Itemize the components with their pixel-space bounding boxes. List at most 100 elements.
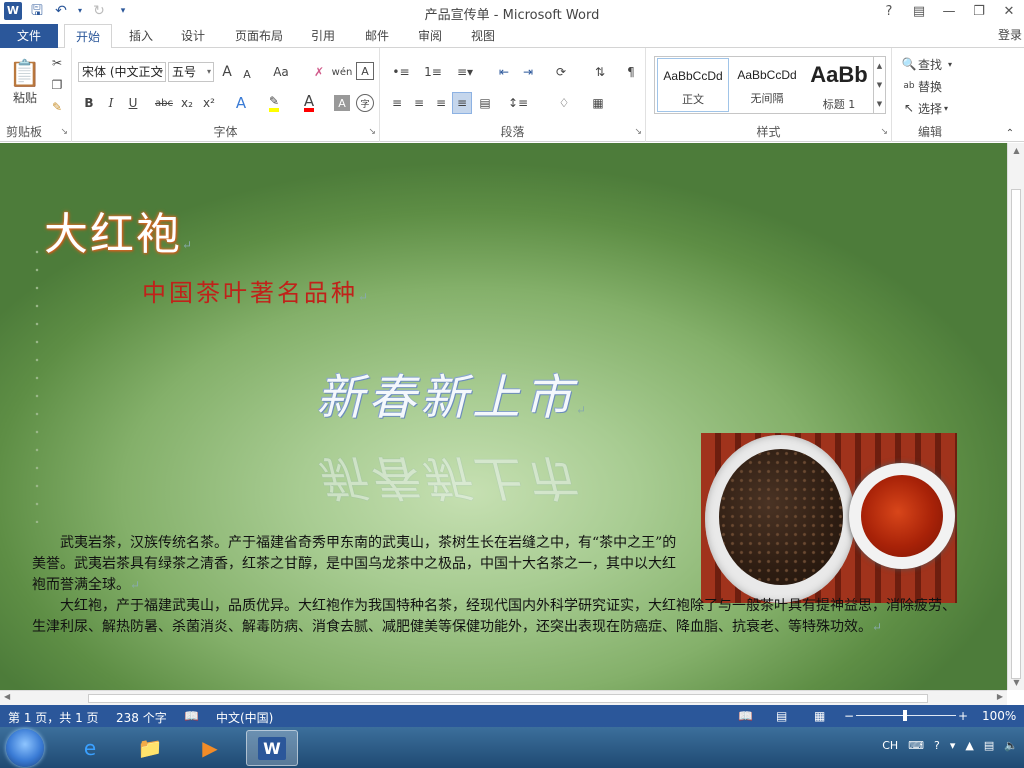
decrease-indent-icon[interactable]: ⇤ — [494, 62, 514, 82]
file-explorer-icon[interactable]: 📁 — [124, 730, 176, 766]
show-formatting-marks-icon[interactable]: ¶ — [622, 62, 640, 82]
gallery-more-icon[interactable]: ▼ — [877, 100, 882, 108]
increase-indent-icon[interactable]: ⇥ — [518, 62, 538, 82]
status-language[interactable]: 中文(中国) — [216, 709, 273, 726]
scroll-up-icon[interactable]: ▲ — [1008, 146, 1024, 155]
paragraph-launcher-icon[interactable]: ↘ — [634, 127, 642, 137]
distributed-icon[interactable]: ▤ — [476, 92, 494, 114]
close-icon[interactable]: ✕ — [994, 0, 1024, 24]
proofing-icon[interactable]: 📖 — [184, 709, 199, 723]
keyboard-icon[interactable]: ⌨ — [908, 739, 924, 752]
font-launcher-icon[interactable]: ↘ — [368, 127, 376, 137]
replace-button[interactable]: ab 替换 — [900, 76, 966, 96]
align-center-icon[interactable]: ≡ — [410, 92, 428, 114]
ime-menu-icon[interactable]: ▾ — [950, 739, 956, 752]
tab-insert[interactable]: 插入 — [118, 24, 164, 48]
shrink-font-button[interactable]: A — [238, 64, 256, 84]
font-name-box[interactable]: 宋体 (中文正文 ▾ — [78, 62, 166, 82]
tab-references[interactable]: 引用 — [300, 24, 346, 48]
ribbon-display-options-icon[interactable]: ▤ — [904, 0, 934, 24]
select-button[interactable]: ↖ 选择 ▾ — [900, 98, 966, 118]
horizontal-scroll-thumb[interactable] — [88, 694, 928, 703]
tab-review[interactable]: 审阅 — [407, 24, 453, 48]
numbering-icon[interactable]: 1≡ — [420, 62, 446, 82]
phonetic-guide-button[interactable]: wén — [332, 62, 353, 82]
find-button[interactable]: 🔍 查找 ▾ — [900, 54, 966, 74]
tab-view[interactable]: 视图 — [460, 24, 506, 48]
doc-body[interactable]: 武夷岩茶，汉族传统名茶。产于福建省奇秀甲东南的武夷山，茶树生长在岩缝之中，有“茶… — [32, 533, 967, 638]
zoom-slider-thumb[interactable] — [903, 710, 907, 721]
doc-title[interactable]: 大红袍↵ — [44, 198, 192, 262]
font-color-icon[interactable]: A — [300, 92, 318, 114]
tab-home[interactable]: 开始 — [64, 24, 112, 49]
clear-formatting-icon[interactable]: ✗ — [310, 62, 328, 82]
doc-slogan-wordart[interactable]: 新春新上市↵ — [316, 358, 586, 428]
copy-icon[interactable]: ❐ — [48, 76, 66, 94]
format-painter-icon[interactable]: ✎ — [48, 98, 66, 116]
show-hidden-icons-icon[interactable]: ▲ — [965, 739, 973, 752]
zoom-level[interactable]: 100% — [982, 709, 1016, 723]
chinese-layout-icon[interactable]: ⟳ — [548, 62, 574, 82]
print-layout-icon[interactable]: ▤ — [776, 709, 787, 723]
read-mode-icon[interactable]: 📖 — [738, 709, 753, 723]
multilevel-list-icon[interactable]: ≡▾ — [452, 62, 478, 82]
subscript-button[interactable]: x₂ — [178, 92, 196, 114]
style-item-normal[interactable]: AaBbCcDd 正文 — [657, 58, 729, 112]
help-tray-icon[interactable]: ? — [934, 739, 940, 752]
line-spacing-icon[interactable]: ↕≡ — [504, 92, 532, 114]
scroll-left-icon[interactable]: ◀ — [4, 692, 10, 701]
style-item-heading1[interactable]: AaBb 标题 1 — [803, 58, 875, 112]
text-effects-icon[interactable]: A — [232, 92, 250, 114]
strikethrough-button[interactable]: abc — [152, 92, 176, 114]
italic-button[interactable]: I — [102, 92, 120, 114]
word-taskbar-icon[interactable]: W — [246, 730, 298, 766]
scroll-down-icon[interactable]: ▼ — [1008, 678, 1024, 687]
style-gallery-scroll[interactable]: ▲ ▼ ▼ — [873, 57, 885, 113]
grow-font-button[interactable]: A — [218, 62, 236, 82]
cut-icon[interactable]: ✂ — [48, 54, 66, 72]
character-shading-icon[interactable]: A — [334, 95, 350, 111]
borders-icon[interactable]: ▦ — [584, 92, 612, 114]
enclose-characters-icon[interactable]: 字 — [356, 94, 374, 112]
superscript-button[interactable]: x² — [200, 92, 218, 114]
doc-subtitle[interactable]: 中国茶叶著名品种↵ — [142, 273, 368, 308]
network-icon[interactable]: ▤ — [984, 739, 994, 752]
bold-button[interactable]: B — [80, 92, 98, 114]
align-left-icon[interactable]: ≡ — [388, 92, 406, 114]
zoom-out-button[interactable]: − — [844, 709, 854, 723]
vertical-scrollbar[interactable]: ▲ ▼ — [1007, 143, 1024, 690]
paste-button[interactable]: 📋 粘贴 — [6, 52, 44, 112]
bullets-icon[interactable]: •≡ — [388, 62, 414, 82]
font-name-dropdown-icon[interactable]: ▾ — [159, 63, 163, 81]
change-case-button[interactable]: Aa — [268, 62, 294, 82]
web-layout-icon[interactable]: ▦ — [814, 709, 825, 723]
start-button-icon[interactable] — [6, 729, 44, 767]
clipboard-launcher-icon[interactable]: ↘ — [60, 127, 68, 137]
doc-paragraph-1[interactable]: 武夷岩茶，汉族传统名茶。产于福建省奇秀甲东南的武夷山，茶树生长在岩缝之中，有“茶… — [32, 533, 684, 596]
tab-page-layout[interactable]: 页面布局 — [226, 24, 292, 48]
underline-button[interactable]: U — [124, 92, 142, 114]
font-size-box[interactable]: 五号 ▾ — [168, 62, 214, 82]
login-link[interactable]: 登录 — [998, 26, 1022, 43]
restore-icon[interactable]: ❐ — [964, 0, 994, 24]
minimize-icon[interactable]: — — [934, 0, 964, 24]
horizontal-scrollbar[interactable]: ◀ ▶ — [0, 690, 1007, 705]
status-page[interactable]: 第 1 页，共 1 页 — [8, 709, 99, 726]
style-item-no-spacing[interactable]: AaBbCcDd 无间隔 — [731, 58, 803, 112]
character-border-button[interactable]: A — [356, 62, 374, 80]
gallery-down-icon[interactable]: ▼ — [877, 81, 882, 89]
help-icon[interactable]: ? — [874, 0, 904, 24]
scroll-right-icon[interactable]: ▶ — [997, 692, 1003, 701]
tab-design[interactable]: 设计 — [170, 24, 216, 48]
sort-icon[interactable]: ⇅ — [590, 62, 610, 82]
collapse-ribbon-icon[interactable]: ⌃ — [1002, 126, 1018, 140]
ime-indicator[interactable]: CH — [882, 739, 898, 752]
align-right-icon[interactable]: ≡ — [432, 92, 450, 114]
font-size-dropdown-icon[interactable]: ▾ — [207, 63, 211, 81]
doc-paragraph-2[interactable]: 大红袍，产于福建武夷山，品质优异。大红袍作为我国特种名茶，经现代国内外科学研究证… — [32, 596, 967, 638]
shading-icon[interactable]: ♢ — [550, 92, 578, 114]
ie-icon[interactable]: e — [64, 730, 116, 766]
vertical-scroll-thumb[interactable] — [1011, 189, 1021, 679]
highlight-color-icon[interactable]: ✎ — [264, 92, 284, 114]
zoom-in-button[interactable]: + — [958, 709, 968, 723]
